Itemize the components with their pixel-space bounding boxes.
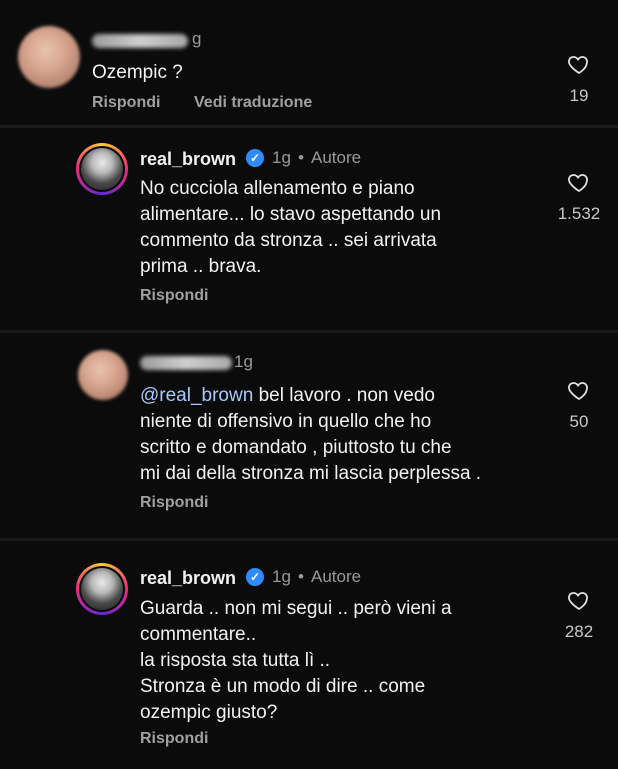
blurred-username bbox=[92, 34, 188, 48]
comment-text-rest: niente di offensivo in quello che ho scr… bbox=[140, 411, 482, 484]
comment-text: Guarda .. non mi segui .. però vieni a c… bbox=[140, 598, 452, 723]
avatar[interactable] bbox=[76, 563, 128, 615]
comment-time: 1g bbox=[272, 567, 291, 586]
verified-badge-icon: ✓ bbox=[246, 568, 264, 586]
divider bbox=[0, 330, 618, 333]
like-count: 282 bbox=[564, 622, 594, 641]
comment-time: 1g bbox=[234, 352, 253, 371]
reply-button[interactable]: Rispondi bbox=[140, 494, 208, 512]
avatar[interactable] bbox=[76, 143, 128, 195]
mention-link[interactable]: @real_brown bbox=[140, 385, 253, 406]
reply-button[interactable]: Rispondi bbox=[140, 730, 208, 748]
author-label: Autore bbox=[311, 148, 362, 167]
like-count: 50 bbox=[569, 412, 589, 431]
like-count: 19 bbox=[569, 86, 589, 105]
comment-text-part: bel lavoro . non vedo bbox=[253, 385, 435, 406]
divider bbox=[0, 538, 618, 541]
avatar[interactable] bbox=[18, 26, 80, 88]
heart-icon[interactable] bbox=[566, 52, 592, 76]
see-translation-button[interactable]: Vedi traduzione bbox=[194, 94, 312, 112]
comment-text: @real_brown bel lavoro . non vedo bbox=[140, 383, 435, 409]
reply-button[interactable]: Rispondi bbox=[140, 287, 208, 305]
reply-button[interactable]: Rispondi bbox=[92, 94, 160, 112]
comment-time: 1g bbox=[272, 148, 291, 167]
avatar[interactable] bbox=[78, 350, 128, 400]
heart-icon[interactable] bbox=[566, 588, 592, 612]
comment-time: g bbox=[192, 29, 202, 48]
separator: • bbox=[298, 148, 304, 167]
comment-text: No cucciola allenamento e piano alimenta… bbox=[140, 178, 442, 277]
username[interactable]: real_brown bbox=[140, 149, 236, 170]
heart-icon[interactable] bbox=[566, 170, 592, 194]
verified-badge-icon: ✓ bbox=[246, 149, 264, 167]
comment-text: Ozempic ? bbox=[92, 62, 183, 83]
blurred-username bbox=[140, 356, 232, 370]
username[interactable]: real_brown bbox=[140, 568, 236, 589]
divider bbox=[0, 125, 618, 128]
separator: • bbox=[298, 567, 304, 586]
like-count: 1.532 bbox=[557, 204, 601, 223]
author-label: Autore bbox=[311, 567, 362, 586]
heart-icon[interactable] bbox=[566, 378, 592, 402]
